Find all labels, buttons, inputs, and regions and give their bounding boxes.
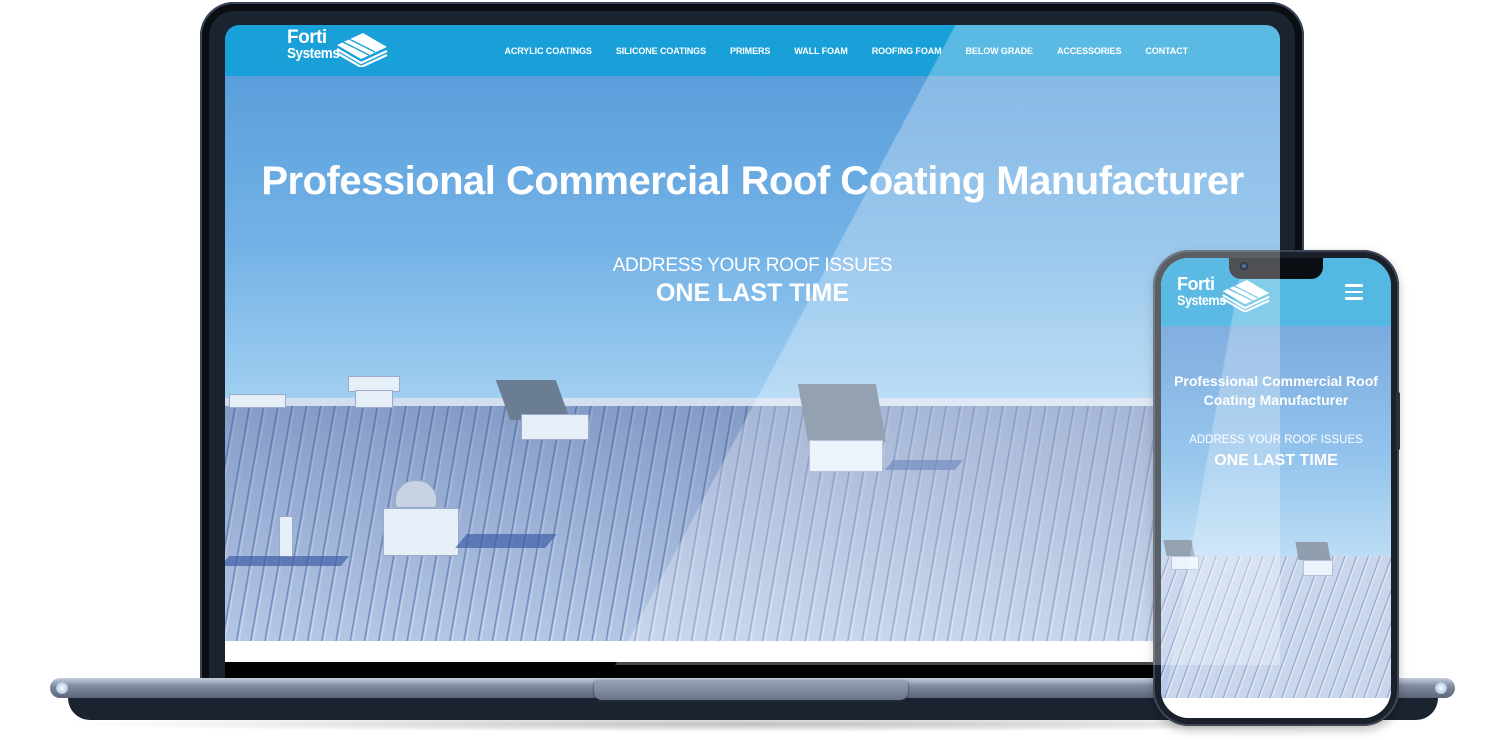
nav-below-grade[interactable]: BELOW GRADE <box>966 46 1034 56</box>
exhaust-base <box>1303 560 1333 576</box>
nav-wall-foam[interactable]: WALL FOAM <box>794 46 848 56</box>
mobile-hero-subtitle: ADDRESS YOUR ROOF ISSUES <box>1189 434 1363 446</box>
hamburger-icon[interactable] <box>1345 284 1363 300</box>
vent-pipe <box>279 516 293 558</box>
nav-silicone-coatings[interactable]: SILICONE COATINGS <box>616 46 706 56</box>
desktop-website: Forti Systems ACRYLIC COATINGS SILICONE … <box>225 25 1280 662</box>
exhaust-base <box>1171 556 1199 570</box>
nav-roofing-foam[interactable]: ROOFING FOAM <box>872 46 942 56</box>
mobile-hero-tagline: ONE LAST TIME <box>1214 452 1338 469</box>
mobile-hero-title-line1: Professional Commercial Roof <box>1174 373 1378 389</box>
rooftop-unit <box>229 394 286 408</box>
exhaust-hood <box>1163 540 1195 556</box>
laptop-edge-light <box>1435 682 1447 694</box>
logo-line2: Systems <box>287 45 340 62</box>
content-section-top <box>225 641 1280 662</box>
unit-shadow <box>884 460 964 470</box>
hamburger-line <box>1345 284 1363 287</box>
phone-side-button <box>1396 392 1400 450</box>
mobile-content-section-top <box>1161 698 1391 718</box>
mobile-hero-section: Professional Commercial Roof Coating Man… <box>1161 326 1391 698</box>
unit-shadow <box>455 534 557 548</box>
nav-accessories[interactable]: ACCESSORIES <box>1057 46 1122 56</box>
main-nav: ACRYLIC COATINGS SILICONE COATINGS PRIME… <box>480 25 1188 76</box>
forti-systems-logo[interactable]: Forti Systems <box>287 28 397 72</box>
mobile-hero-title: Professional Commercial Roof Coating Man… <box>1161 372 1391 410</box>
forti-systems-logo-mobile[interactable]: Forti Systems <box>1177 275 1277 317</box>
hero-title: Professional Commercial Roof Coating Man… <box>261 159 1244 203</box>
laptop-edge-light <box>56 682 68 694</box>
phone-screen: Forti Systems Professional Commercial Ro… <box>1161 258 1391 718</box>
laptop-screen: Forti Systems ACRYLIC COATINGS SILICONE … <box>225 25 1280 680</box>
hero-tagline: ONE LAST TIME <box>655 279 850 307</box>
stacked-sheets-icon <box>336 33 388 67</box>
exhaust-hood <box>797 384 887 442</box>
nav-primers[interactable]: PRIMERS <box>730 46 770 56</box>
hero-subtitle: ADDRESS YOUR ROOF ISSUES <box>612 255 893 276</box>
exhaust-base <box>809 440 883 472</box>
mobile-hero-title-line2: Coating Manufacturer <box>1203 392 1349 408</box>
laptop-hinge-notch <box>594 680 908 700</box>
turbine-base <box>383 508 459 556</box>
rooftop-unit <box>355 390 393 408</box>
hero-section: Professional Commercial Roof Coating Man… <box>225 76 1280 641</box>
desktop-navbar: Forti Systems ACRYLIC COATINGS SILICONE … <box>225 25 1280 76</box>
stacked-sheets-icon <box>1222 280 1270 312</box>
hamburger-line <box>1345 297 1363 300</box>
exhaust-base <box>521 414 589 440</box>
nav-contact[interactable]: CONTACT <box>1145 46 1188 56</box>
exhaust-hood <box>1295 542 1331 560</box>
hamburger-line <box>1345 290 1363 293</box>
camera-icon <box>1240 262 1248 270</box>
nav-acrylic-coatings[interactable]: ACRYLIC COATINGS <box>504 46 592 56</box>
metal-roof-image <box>1161 556 1391 698</box>
unit-shadow <box>225 556 350 566</box>
